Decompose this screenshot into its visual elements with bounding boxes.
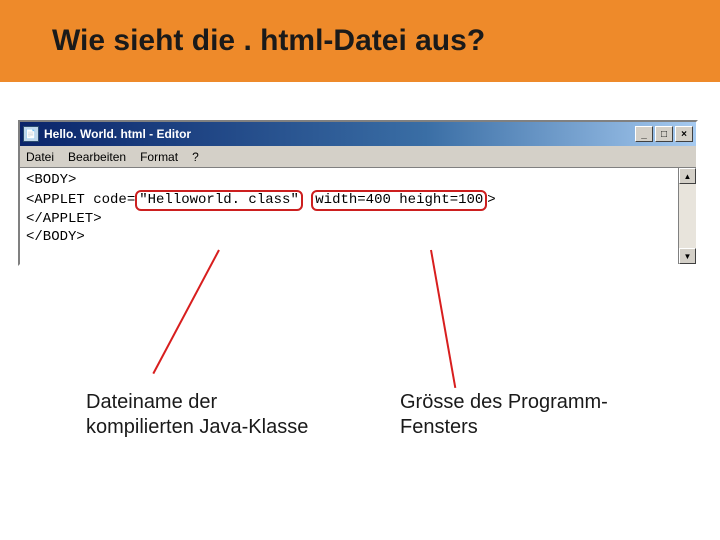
code-line-3: </APPLET> [26,211,672,229]
window-title: Hello. World. html - Editor [44,127,635,141]
menubar: Datei Bearbeiten Format ? [20,146,696,168]
caption-right: Grösse des Programm- Fensters [400,390,680,440]
close-button[interactable]: × [675,126,693,142]
leader-line-right [430,250,456,388]
titlebar: 📄 Hello. World. html - Editor _ □ × [20,122,696,146]
menu-edit[interactable]: Bearbeiten [68,150,126,164]
code-line-2: <APPLET code="Helloworld. class" width=4… [26,190,672,212]
leader-line-left [152,250,219,375]
maximize-button[interactable]: □ [655,126,673,142]
code-applet-suffix: > [487,192,495,208]
menu-format[interactable]: Format [140,150,178,164]
annotations: Dateiname der kompilierten Java-Klasse G… [0,250,720,510]
caption-left-line2: kompilierten Java-Klasse [86,416,308,438]
code-line-1: <BODY> [26,172,672,190]
caption-left-line1: Dateiname der [86,391,217,413]
notepad-icon: 📄 [23,126,39,142]
caption-left: Dateiname der kompilierten Java-Klasse [86,390,366,440]
caption-right-line1: Grösse des Programm- [400,391,608,413]
menu-help[interactable]: ? [192,150,199,164]
scroll-track[interactable] [679,184,696,248]
code-line-4: </BODY> [26,229,672,247]
code-applet-prefix: <APPLET code= [26,192,135,208]
scroll-up-icon[interactable]: ▲ [679,168,696,184]
page-title: Wie sieht die . html-Datei aus? [52,24,485,58]
editor-window: 📄 Hello. World. html - Editor _ □ × Date… [18,120,698,266]
slide-header: Wie sieht die . html-Datei aus? [0,0,720,82]
caption-right-line2: Fensters [400,416,478,438]
highlight-classname: "Helloworld. class" [135,190,303,212]
minimize-button[interactable]: _ [635,126,653,142]
code-space [303,192,311,208]
highlight-dimensions: width=400 height=100 [311,190,487,212]
window-buttons: _ □ × [635,126,693,142]
menu-file[interactable]: Datei [26,150,54,164]
